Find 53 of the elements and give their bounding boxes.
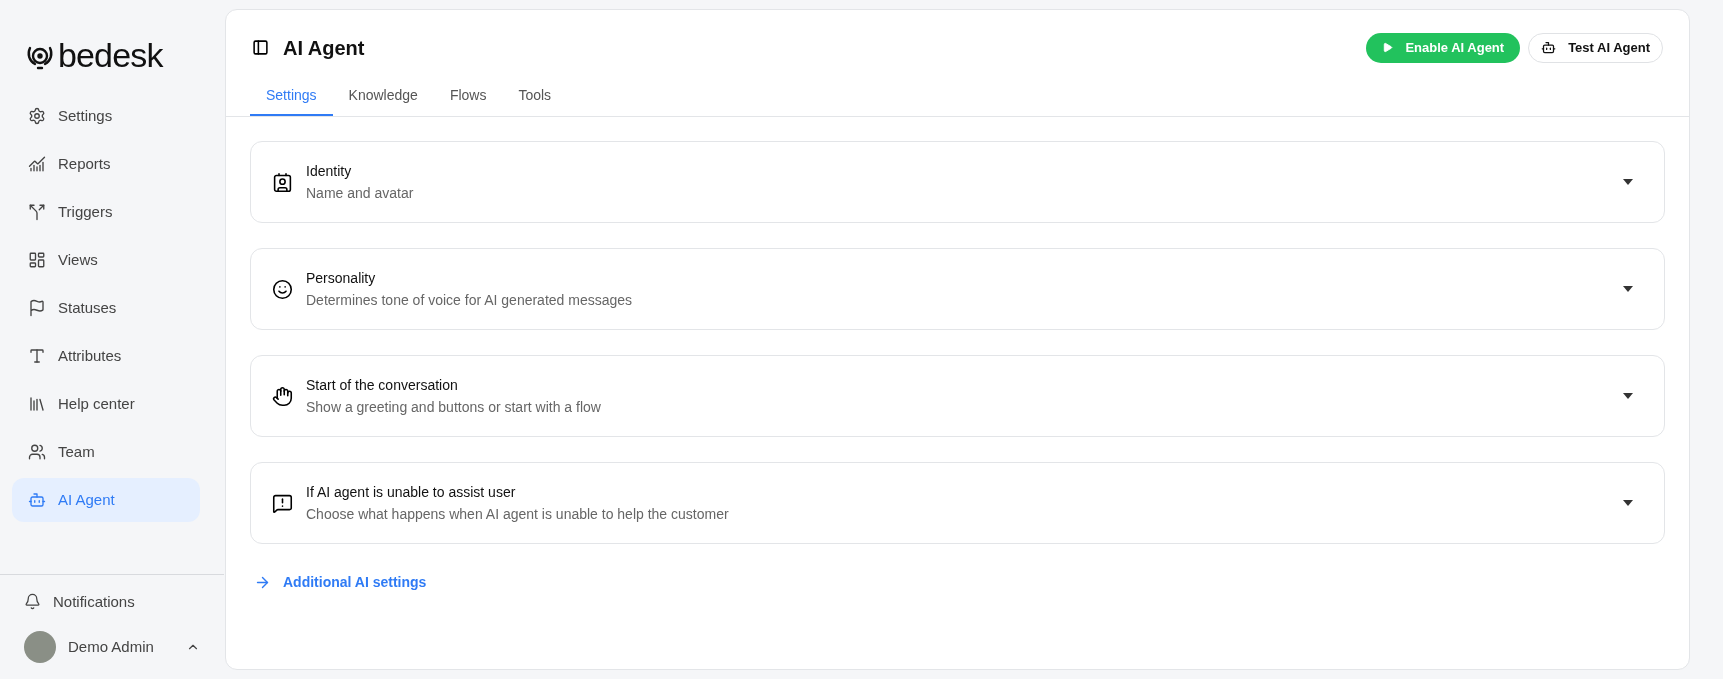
robot-icon (1541, 40, 1557, 55)
card-title: Personality (306, 268, 377, 288)
additional-settings-link[interactable]: Additional AI settings (254, 572, 427, 593)
sidebar-item[interactable]: Team (12, 430, 200, 474)
card-title: Start of the conversation (306, 375, 459, 395)
sidebar-item[interactable]: Statuses (12, 286, 200, 330)
avatar (24, 631, 56, 663)
play-icon (1382, 42, 1394, 53)
tab[interactable]: Settings (250, 77, 333, 116)
settings-card[interactable]: If AI agent is unable to assist user Choose what happens when AI agent is unable to help the customer (250, 462, 1665, 544)
text-icon (28, 347, 46, 365)
sidebar-item[interactable]: Triggers (12, 190, 200, 234)
notifications-link[interactable]: Notifications (24, 590, 200, 613)
settings-card[interactable]: Personality Determines tone of voice for AI generated messages (250, 248, 1665, 330)
card-title: Identity (306, 161, 353, 181)
message-alert-icon (272, 492, 293, 514)
split-arrow-icon (28, 203, 46, 221)
caret-down-icon (1623, 393, 1633, 399)
settings-card[interactable]: Identity Name and avatar (250, 141, 1665, 223)
flag-icon (28, 299, 46, 317)
caret-down-icon (1623, 179, 1633, 185)
tab[interactable]: Knowledge (332, 77, 434, 116)
logo-text: bedesk (58, 38, 163, 72)
people-icon (28, 443, 46, 461)
sidebar-item[interactable]: AI Agent (12, 478, 200, 522)
card-title: If AI agent is unable to assist user (306, 482, 517, 502)
gear-icon (28, 107, 46, 125)
robot-icon (28, 491, 46, 509)
smiley-icon (272, 278, 293, 300)
grid-icon (28, 251, 46, 269)
sidebar-item[interactable]: Views (12, 238, 200, 282)
tab[interactable]: Flows (433, 77, 503, 116)
id-card-icon (272, 171, 293, 193)
caret-down-icon (1623, 500, 1633, 506)
test-button[interactable]: Test AI Agent (1528, 32, 1663, 63)
settings-card[interactable]: Start of the conversation Show a greeting and buttons or start with a flow (250, 355, 1665, 437)
tab[interactable]: Tools (502, 77, 568, 116)
chart-icon (28, 155, 46, 173)
bell-icon (24, 593, 41, 611)
page-title: AI Agent (283, 35, 365, 61)
sidebar-item[interactable]: Help center (12, 382, 200, 426)
sidebar-item[interactable]: Reports (12, 142, 200, 186)
waving-hand-icon (272, 385, 293, 407)
books-icon (28, 395, 46, 413)
sidebar-item[interactable]: Attributes (12, 334, 200, 378)
caret-down-icon (1623, 286, 1633, 292)
sidebar-item[interactable]: Settings (12, 94, 200, 138)
sidebar-toggle-icon[interactable] (252, 39, 269, 56)
card-subtitle: Determines tone of voice for AI generated messages (306, 290, 633, 310)
card-subtitle: Name and avatar (306, 183, 414, 203)
card-subtitle: Show a greeting and buttons or start with a flow (306, 397, 601, 417)
user-name[interactable]: Demo Admin (68, 635, 154, 659)
card-subtitle: Choose what happens when AI agent is unable to help the customer (306, 504, 729, 524)
